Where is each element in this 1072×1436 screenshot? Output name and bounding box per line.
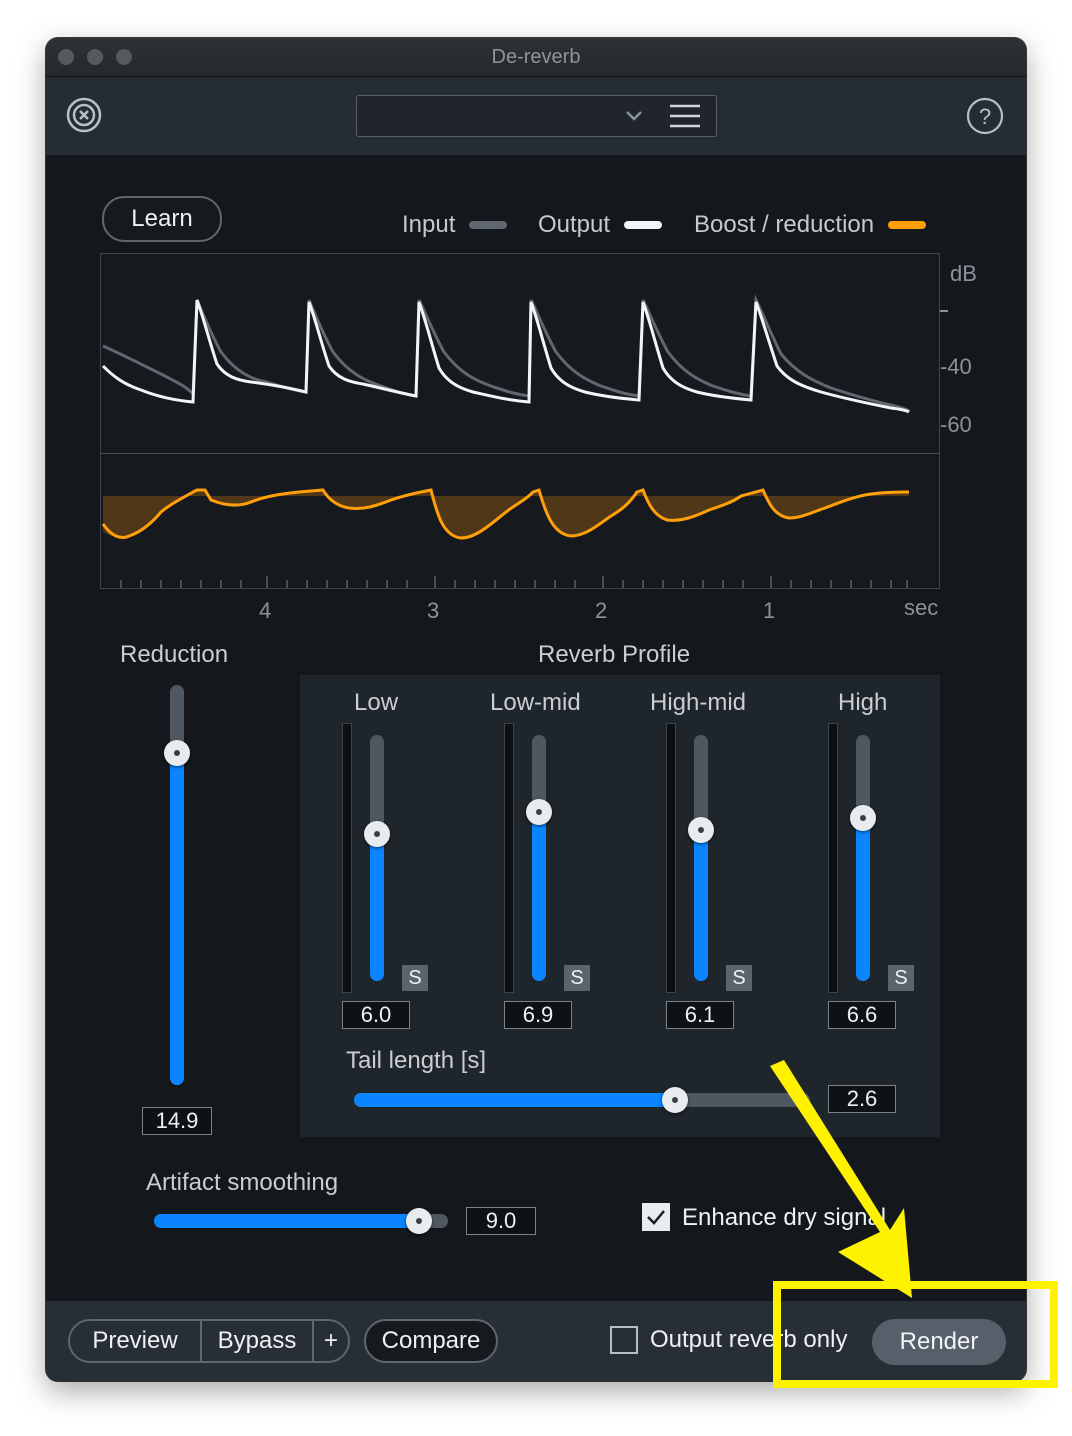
legend-input-label: Input: [402, 211, 456, 238]
band-high-slider-fill: [856, 818, 870, 981]
db-unit-label: dB: [950, 261, 977, 286]
band-high-meter: [828, 723, 838, 993]
toolbar: ?: [46, 77, 1026, 155]
output-reverb-only-checkbox[interactable]: [610, 1326, 638, 1354]
tail-length-slider-handle[interactable]: [662, 1087, 688, 1113]
tail-length-slider-fill: [354, 1093, 676, 1107]
chevron-down-icon: [626, 111, 642, 121]
preset-dropdown[interactable]: [356, 95, 656, 137]
legend-output-label: Output: [538, 211, 611, 238]
band-high-mid-solo-button[interactable]: S: [726, 965, 752, 991]
artifact-smoothing-label: Artifact smoothing: [146, 1169, 339, 1196]
compare-button[interactable]: Compare: [364, 1319, 498, 1363]
db-tick-60: -60: [940, 412, 972, 437]
band-high-solo-button[interactable]: S: [888, 965, 914, 991]
input-curve: [102, 294, 910, 413]
legend-boost-reduction-label: Boost / reduction: [694, 211, 875, 238]
reverb-graph: [100, 253, 940, 589]
band-high-mid-slider-fill: [694, 830, 708, 981]
time-tick-2: 2: [595, 598, 608, 623]
band-low-solo-button[interactable]: S: [402, 965, 428, 991]
de-reverb-window: De-reverb ? Learn Input Output Boost / r…: [46, 38, 1026, 1381]
tail-length-value[interactable]: 2.6: [828, 1085, 896, 1113]
band-high-mid-value[interactable]: 6.1: [666, 1001, 734, 1029]
reverb-profile-panel: Low S 6.0 Low-mid S 6.9 High-mid S 6.1 H…: [300, 675, 940, 1137]
bypass-button[interactable]: Bypass: [202, 1321, 314, 1361]
reduction-slider-handle[interactable]: [164, 740, 190, 766]
band-high-slider-handle[interactable]: [850, 805, 876, 831]
band-low-mid-label: Low-mid: [490, 689, 581, 716]
band-high-mid-label: High-mid: [650, 689, 747, 716]
band-high-mid-meter: [666, 723, 676, 993]
checkmark-icon: [647, 1210, 665, 1225]
svg-text:?: ?: [979, 104, 991, 129]
izotope-logo-icon[interactable]: [66, 97, 102, 133]
preview-bypass-group: Preview Bypass +: [68, 1319, 350, 1363]
preset-menu-button[interactable]: [654, 95, 717, 137]
band-low-value[interactable]: 6.0: [342, 1001, 410, 1029]
enhance-dry-signal-label[interactable]: Enhance dry signal: [682, 1204, 886, 1232]
help-icon[interactable]: ?: [966, 97, 1004, 135]
band-low-label: Low: [354, 689, 399, 716]
reduction-label: Reduction: [120, 641, 229, 668]
band-low-mid-value[interactable]: 6.9: [504, 1001, 572, 1029]
time-minor-ticks: [120, 576, 908, 588]
legend-boost-reduction: Boost / reduction: [694, 211, 927, 239]
window-title: De-reverb: [491, 46, 581, 68]
band-high-mid-slider-handle[interactable]: [688, 817, 714, 843]
band-low-meter: [342, 723, 352, 993]
annotation-highlight-box: [773, 1281, 1058, 1388]
artifact-smoothing-value[interactable]: 9.0: [466, 1207, 536, 1235]
db-tick-mark: [940, 310, 948, 312]
band-low-slider-handle[interactable]: [364, 821, 390, 847]
legend-input: Input: [402, 211, 508, 239]
artifact-smoothing-slider-handle[interactable]: [406, 1208, 432, 1234]
legend-output-swatch: [624, 221, 663, 229]
reverb-profile-title: Reverb Profile: [538, 641, 691, 668]
band-low-mid-slider-fill: [532, 812, 546, 981]
time-tick-1: 1: [763, 598, 776, 623]
db-tick-40: -40: [940, 354, 972, 379]
band-low-mid-slider-handle[interactable]: [526, 799, 552, 825]
time-tick-3: 3: [427, 598, 440, 623]
main-area: Learn Input Output Boost / reduction dB …: [46, 155, 1026, 1301]
add-bypass-button[interactable]: +: [314, 1321, 348, 1361]
enhance-dry-signal-checkbox[interactable]: [642, 1203, 670, 1231]
reduction-slider-fill: [170, 753, 184, 1085]
title-bar: De-reverb: [46, 38, 1026, 77]
time-tick-4: 4: [259, 598, 272, 623]
hamburger-icon: [670, 104, 700, 128]
waveform-plot: [101, 294, 910, 588]
legend-boost-reduction-swatch: [888, 221, 927, 229]
band-low-mid-meter: [504, 723, 514, 993]
learn-button[interactable]: Learn: [102, 196, 222, 242]
legend-input-swatch: [469, 221, 508, 229]
band-low-slider-fill: [370, 834, 384, 981]
artifact-smoothing-slider-fill: [154, 1214, 420, 1228]
preview-button[interactable]: Preview: [70, 1321, 202, 1361]
band-high-value[interactable]: 6.6: [828, 1001, 896, 1029]
legend-output: Output: [538, 211, 663, 239]
reduction-value[interactable]: 14.9: [142, 1107, 212, 1135]
tail-length-label: Tail length [s]: [346, 1047, 487, 1074]
graph-divider: [101, 453, 939, 454]
boost-reduction-fill: [103, 490, 909, 538]
band-low-mid-solo-button[interactable]: S: [564, 965, 590, 991]
time-unit-label: sec: [904, 595, 939, 620]
band-high-label: High: [838, 689, 888, 716]
